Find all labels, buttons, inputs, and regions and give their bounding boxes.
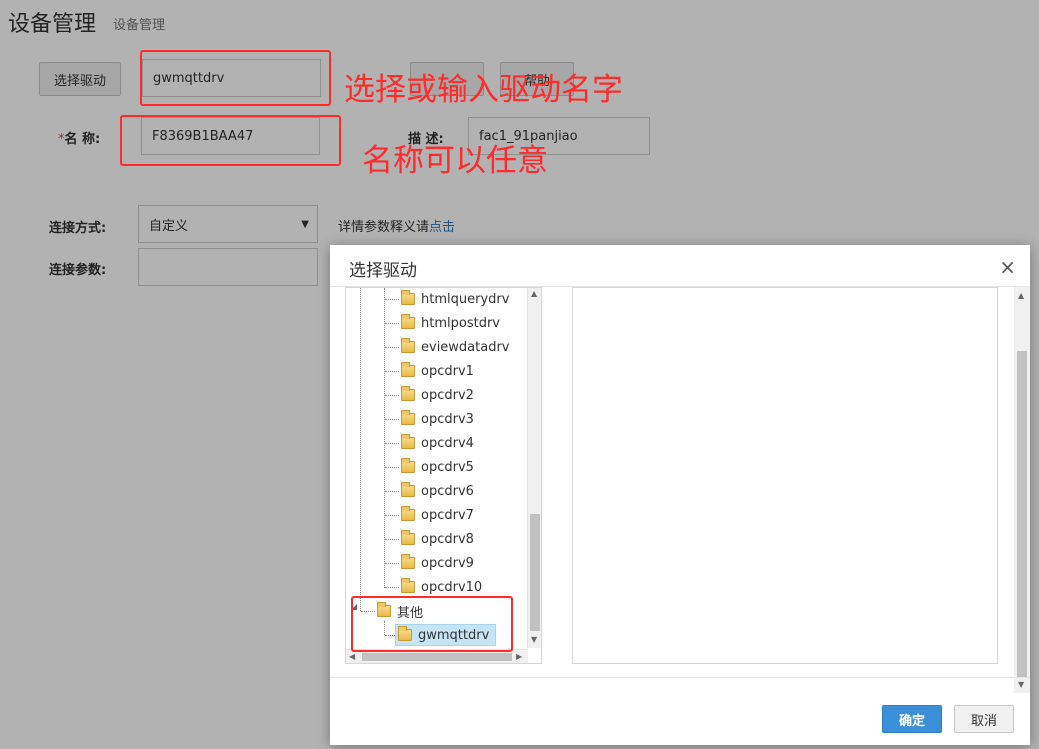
- tree-item[interactable]: eviewdatadrv: [401, 336, 510, 358]
- tree-guide-line: [384, 288, 385, 588]
- tree-item-label: eviewdatadrv: [421, 339, 510, 355]
- dialog-title: 选择驱动: [349, 261, 417, 281]
- tree-item[interactable]: opcdrv10: [401, 576, 482, 598]
- tree-item-label: opcdrv7: [421, 507, 474, 523]
- dialog-vertical-scrollbar[interactable]: ▲ ▼: [1014, 287, 1030, 693]
- tree-item-label: opcdrv6: [421, 483, 474, 499]
- tree-branch: [385, 443, 399, 444]
- folder-icon: [401, 506, 415, 521]
- tree-item[interactable]: opcdrv3: [401, 408, 474, 430]
- annotation-box-driver: [140, 50, 331, 106]
- tree-item[interactable]: opcdrv9: [401, 552, 474, 574]
- tree-item-label: opcdrv10: [421, 579, 483, 595]
- tree-item-label: opcdrv1: [421, 363, 474, 379]
- tree-branch: [385, 539, 399, 540]
- tree-branch: [385, 371, 399, 372]
- tree-item[interactable]: opcdrv8: [401, 528, 474, 550]
- folder-icon: [401, 314, 415, 329]
- folder-icon: [401, 530, 415, 545]
- folder-icon: [401, 458, 415, 473]
- folder-icon: [401, 290, 415, 305]
- tree-item[interactable]: htmlquerydrv: [401, 288, 509, 310]
- folder-icon: [401, 578, 415, 593]
- tree-item-label: htmlpostdrv: [421, 315, 500, 331]
- folder-icon: [401, 362, 415, 377]
- scroll-up-icon[interactable]: ▲: [531, 289, 537, 298]
- tree-item-label: opcdrv9: [421, 555, 474, 571]
- close-icon[interactable]: ×: [999, 255, 1016, 279]
- tree-branch: [385, 491, 399, 492]
- tree-item[interactable]: opcdrv1: [401, 360, 474, 382]
- folder-icon: [401, 338, 415, 353]
- tree-item[interactable]: opcdrv5: [401, 456, 474, 478]
- tree-branch: [385, 419, 399, 420]
- tree-horizontal-scroll-thumb[interactable]: [362, 653, 512, 661]
- folder-icon: [401, 554, 415, 569]
- tree-guide-line-root: [360, 288, 361, 611]
- confirm-button[interactable]: 确定: [882, 705, 942, 733]
- scroll-right-icon[interactable]: ▶: [516, 652, 522, 661]
- tree-branch: [385, 323, 399, 324]
- tree-branch: [385, 563, 399, 564]
- scroll-left-icon[interactable]: ◀: [349, 652, 355, 661]
- annotation-box-name: [120, 115, 341, 166]
- tree-item-label: opcdrv4: [421, 435, 474, 451]
- scroll-up-icon[interactable]: ▲: [1018, 291, 1024, 300]
- tree-item-label: opcdrv2: [421, 387, 474, 403]
- annotation-box-other: [351, 596, 513, 652]
- tree-item-label: htmlquerydrv: [421, 291, 510, 307]
- scroll-down-icon[interactable]: ▼: [531, 635, 537, 644]
- annotation-driver-note: 选择或输入驱动名字: [344, 72, 623, 108]
- scroll-down-icon[interactable]: ▼: [1018, 680, 1024, 689]
- driver-detail-panel: [572, 287, 998, 664]
- tree-item-label: opcdrv3: [421, 411, 474, 427]
- tree-item[interactable]: htmlpostdrv: [401, 312, 500, 334]
- tree-branch: [385, 515, 399, 516]
- folder-icon: [401, 434, 415, 449]
- tree-branch: [385, 299, 399, 300]
- folder-icon: [401, 482, 415, 497]
- select-driver-dialog: 选择驱动 × htmlquerydrv htmlpostdrv eviewdat…: [330, 245, 1030, 745]
- tree-item[interactable]: opcdrv7: [401, 504, 474, 526]
- tree-vertical-scrollbar[interactable]: ▲ ▼: [527, 288, 541, 648]
- annotation-name-note: 名称可以任意: [362, 143, 548, 179]
- cancel-button[interactable]: 取消: [954, 705, 1014, 733]
- tree-branch: [385, 467, 399, 468]
- tree-item[interactable]: opcdrv2: [401, 384, 474, 406]
- tree-branch: [385, 395, 399, 396]
- tree-item-label: opcdrv5: [421, 459, 474, 475]
- tree-vertical-scroll-thumb[interactable]: [530, 514, 540, 631]
- tree-branch: [385, 347, 399, 348]
- tree-item[interactable]: opcdrv6: [401, 480, 474, 502]
- folder-icon: [401, 386, 415, 401]
- tree-item-label: opcdrv8: [421, 531, 474, 547]
- tree-branch: [385, 587, 399, 588]
- dialog-footer-divider: [330, 677, 1030, 678]
- tree-item[interactable]: opcdrv4: [401, 432, 474, 454]
- folder-icon: [401, 410, 415, 425]
- dialog-vertical-scroll-thumb[interactable]: [1017, 351, 1027, 677]
